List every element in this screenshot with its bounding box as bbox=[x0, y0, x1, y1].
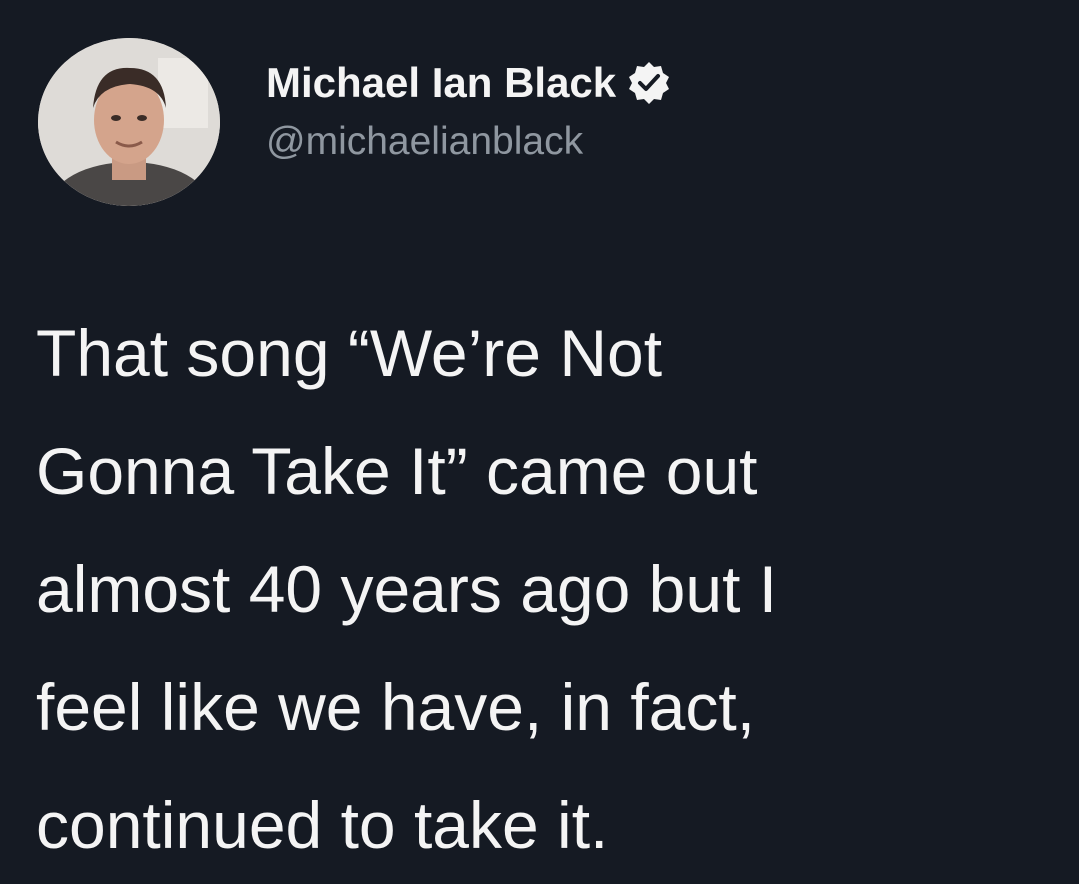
verified-badge-icon bbox=[626, 60, 672, 106]
name-row: Michael Ian Black bbox=[266, 54, 672, 112]
tweet-header: Michael Ian Black @michaelianblack bbox=[38, 38, 672, 206]
display-name[interactable]: Michael Ian Black bbox=[266, 62, 616, 104]
author-names: Michael Ian Black @michaelianblack bbox=[266, 54, 672, 161]
tweet-text-line: feel like we have, in fact, bbox=[36, 670, 756, 744]
tweet-text-line: continued to take it. bbox=[36, 788, 609, 862]
tweet-text-line: That song “We’re Not bbox=[36, 316, 663, 390]
avatar[interactable] bbox=[38, 38, 220, 206]
tweet-text: That song “We’re Not Gonna Take It” came… bbox=[36, 294, 1056, 884]
tweet-text-line: almost 40 years ago but I bbox=[36, 552, 778, 626]
tweet-text-line: Gonna Take It” came out bbox=[36, 434, 758, 508]
tweet-card: Michael Ian Black @michaelianblack That … bbox=[0, 0, 1079, 872]
handle[interactable]: @michaelianblack bbox=[266, 122, 672, 161]
profile-photo-icon bbox=[38, 38, 220, 206]
